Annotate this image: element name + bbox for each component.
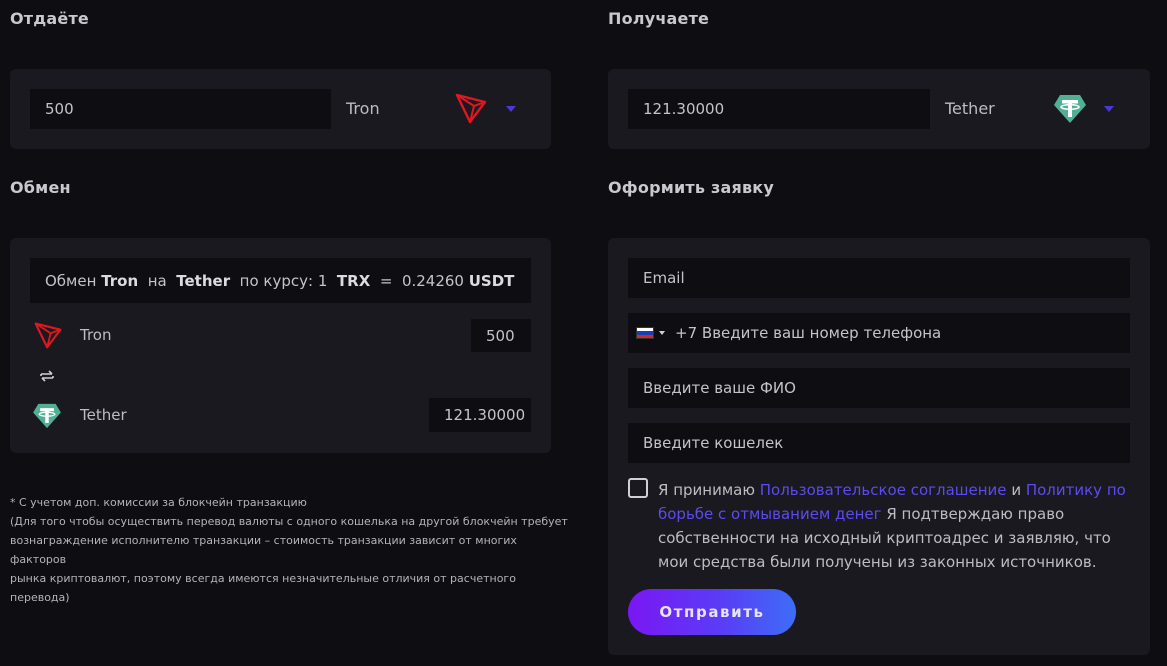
consent-text: Я принимаю Пользовательское соглашение и…	[658, 478, 1128, 574]
receive-heading: Получаете	[608, 9, 710, 28]
consent-prefix: Я принимаю	[658, 481, 755, 499]
phone-field[interactable]: +7 Введите ваш номер телефона	[628, 313, 1130, 353]
give-amount-input[interactable]: 500	[30, 89, 331, 129]
rate-to-code: USDT	[468, 271, 515, 290]
rate-equals: =	[379, 271, 393, 290]
phone-country-code: +7	[675, 324, 698, 342]
full-name-field[interactable]: Введите ваше ФИО	[628, 368, 1130, 408]
exchange-to-amount: 121.30000	[429, 398, 531, 432]
wallet-field[interactable]: Введите кошелек	[628, 423, 1130, 463]
submit-button[interactable]: Отправить	[628, 589, 796, 635]
receive-currency-label[interactable]: Tether	[945, 99, 995, 118]
exchange-from-amount: 500	[471, 319, 531, 352]
rate-from-code: TRX	[336, 271, 371, 290]
fee-note: * С учетом доп. комиссии за блокчейн тра…	[10, 493, 570, 607]
consent-and: и	[1011, 481, 1022, 499]
exchange-to-label: Tether	[80, 406, 127, 424]
swap-icon[interactable]	[39, 369, 55, 383]
consent-checkbox[interactable]	[628, 478, 648, 498]
receive-currency-dropdown-caret[interactable]	[1104, 106, 1114, 112]
fee-note-line: (Для того чтобы осуществить перевод валю…	[10, 515, 568, 528]
tron-icon	[34, 322, 62, 349]
exchange-rate-line: Обмен Tron на Tether по курсу: 1 TRX = 0…	[30, 258, 531, 303]
receive-amount-input[interactable]: 121.30000	[628, 89, 930, 129]
rate-from: Tron	[101, 271, 139, 290]
user-agreement-link[interactable]: Пользовательское соглашение	[760, 481, 1007, 499]
exchange-from-label: Tron	[80, 326, 112, 344]
tron-icon[interactable]	[454, 91, 488, 125]
fee-note-line: рынка криптовалют, поэтому всегда имеютс…	[10, 572, 516, 604]
rate-by: по курсу: 1	[239, 271, 328, 290]
give-currency-dropdown-caret[interactable]	[506, 106, 516, 112]
country-dropdown-caret-icon[interactable]	[659, 331, 665, 335]
russia-flag-icon[interactable]	[636, 327, 654, 339]
give-currency-label[interactable]: Tron	[346, 99, 380, 118]
exchange-heading: Обмен	[10, 178, 71, 197]
order-heading: Оформить заявку	[608, 178, 774, 197]
rate-prefix: Обмен	[45, 271, 97, 290]
give-heading: Отдаёте	[10, 9, 89, 28]
rate-value: 0.24260	[401, 271, 464, 290]
fee-note-line: вознаграждение исполнителю транзакции – …	[10, 534, 517, 566]
rate-on: на	[147, 271, 167, 290]
tether-icon[interactable]	[1053, 94, 1087, 124]
rate-to: Tether	[176, 271, 231, 290]
fee-note-line: * С учетом доп. комиссии за блокчейн тра…	[10, 496, 307, 509]
phone-placeholder: Введите ваш номер телефона	[701, 324, 942, 342]
tether-icon	[33, 403, 61, 429]
email-field[interactable]: Email	[628, 258, 1130, 298]
